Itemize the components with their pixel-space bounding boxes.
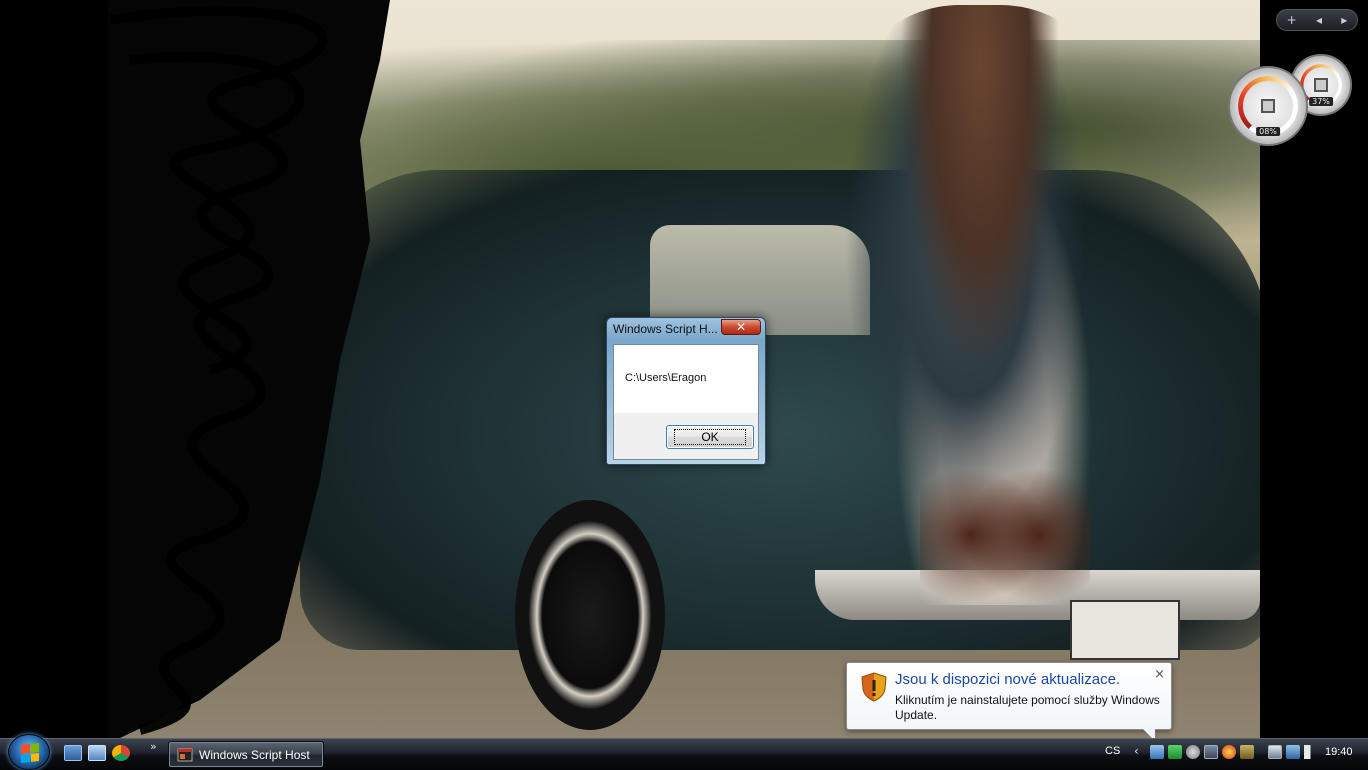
switch-windows-icon[interactable] (88, 745, 106, 761)
wallpaper-boots (920, 430, 1090, 605)
windows-logo-icon (21, 743, 39, 763)
cpu-meter-gadget[interactable]: 08% (1228, 66, 1308, 146)
add-gadget-button[interactable]: + (1287, 13, 1297, 27)
dialog-message-area: C:\Users\Eragon (614, 345, 758, 413)
show-desktop-icon[interactable] (64, 745, 82, 761)
show-hidden-icons-button[interactable]: ‹ (1134, 744, 1139, 758)
start-button[interactable] (8, 734, 50, 770)
notification-text: Kliknutím je nainstalujete pomocí služby… (895, 693, 1160, 722)
dialog-title: Windows Script H... (613, 322, 718, 336)
next-gadget-page-button[interactable]: ▸ (1341, 13, 1347, 27)
volume-icon[interactable] (1304, 745, 1318, 759)
dialog-message: C:\Users\Eragon (625, 372, 707, 384)
dialog-close-button[interactable]: ✕ (721, 319, 761, 335)
cpu-usage-value: 08% (1256, 127, 1280, 136)
chrome-icon[interactable] (112, 745, 130, 761)
ok-button-label: OK (674, 429, 746, 445)
battery-icon[interactable] (1268, 745, 1282, 759)
wallpaper-car-wheel (515, 500, 665, 730)
taskbar-button-windows-script-host[interactable]: Windows Script Host (168, 741, 324, 768)
update-notification-balloon[interactable]: Jsou k dispozici nové aktualizace. Klikn… (846, 662, 1172, 741)
taskbar-button-label: Windows Script Host (199, 748, 310, 762)
network-icon[interactable] (1150, 745, 1164, 759)
update-icon[interactable] (1168, 745, 1182, 759)
script-host-dialog: Windows Script H... ✕ C:\Users\Eragon OK (606, 317, 766, 465)
redaction-scribble (0, 0, 390, 738)
quick-launch-overflow-button[interactable]: » (150, 740, 157, 753)
memory-usage-value: 37% (1309, 97, 1333, 106)
notification-close-button[interactable]: × (1154, 667, 1165, 682)
ok-button[interactable]: OK (666, 425, 754, 449)
sync-icon[interactable] (1222, 745, 1236, 759)
sidebar-controls: + ◂ ▸ (1276, 9, 1358, 31)
dialog-body: C:\Users\Eragon OK (613, 344, 759, 460)
cpu-chip-icon (1261, 99, 1275, 113)
memory-chip-icon (1314, 78, 1328, 92)
display-settings-icon[interactable] (1286, 745, 1300, 759)
security-shield-icon (861, 672, 887, 702)
antivirus-icon[interactable] (1186, 745, 1200, 759)
monitor-icon[interactable] (1204, 745, 1218, 759)
language-indicator[interactable]: CS (1105, 745, 1120, 757)
wallpaper-license-plate (1070, 600, 1180, 660)
system-clock[interactable]: 19:40 (1325, 746, 1353, 758)
script-host-icon (177, 748, 193, 762)
previous-gadget-page-button[interactable]: ◂ (1316, 13, 1322, 27)
usb-device-icon[interactable] (1240, 745, 1254, 759)
notification-title: Jsou k dispozici nové aktualizace. (895, 671, 1121, 688)
